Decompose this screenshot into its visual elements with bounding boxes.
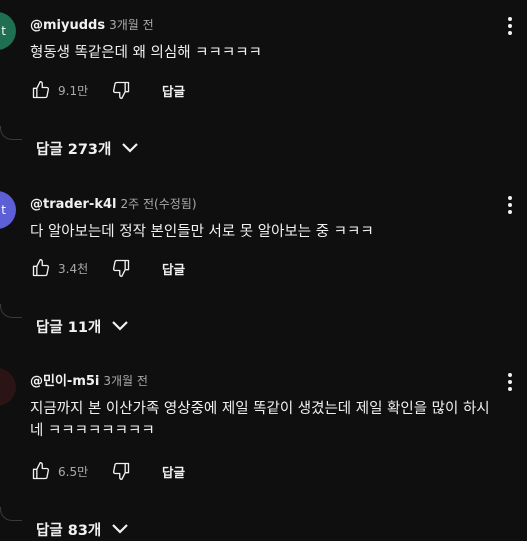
like-count: 9.1만 — [58, 83, 89, 98]
thread-connector — [0, 126, 22, 140]
comment-header: @민이-m5i 3개월 전 — [30, 370, 148, 390]
view-replies-button[interactable]: 답글 83개 — [36, 517, 129, 541]
reply-button[interactable]: 답글 — [162, 462, 185, 481]
more-vert-icon[interactable] — [503, 193, 517, 217]
replies-count-label: 답글 11개 — [36, 319, 102, 336]
thread-connector — [0, 507, 22, 521]
comment-time[interactable]: 3개월 전 — [109, 18, 154, 32]
thumb-down-icon[interactable] — [110, 460, 132, 482]
like-count: 3.4천 — [58, 261, 89, 276]
like-count: 6.5만 — [58, 464, 89, 479]
comment-time[interactable]: 2주 전(수정됨) — [120, 197, 196, 211]
avatar[interactable]: t — [0, 12, 16, 50]
reply-button[interactable]: 답글 — [162, 259, 185, 278]
replies-count-label: 답글 273개 — [36, 141, 112, 158]
comment-header: @miyudds 3개월 전 — [30, 14, 154, 34]
thumb-up-icon[interactable] — [30, 257, 52, 279]
more-vert-icon[interactable] — [503, 14, 517, 38]
thread-connector — [0, 304, 22, 318]
thumb-down-icon[interactable] — [110, 79, 132, 101]
thumb-up-icon[interactable] — [30, 460, 52, 482]
comment-header: @trader-k4l 2주 전(수정됨) — [30, 193, 197, 213]
comment-text: 지금까지 본 이산가족 영상중에 제일 똑같이 생겼는데 제일 확인을 많이 하… — [30, 401, 490, 439]
comment-time[interactable]: 3개월 전 — [103, 374, 148, 388]
comment-text: 형동생 똑같은데 왜 의심해 ㅋㅋㅋㅋㅋ — [30, 45, 262, 61]
chevron-down-icon — [121, 142, 139, 154]
more-vert-icon[interactable] — [503, 370, 517, 394]
avatar[interactable] — [0, 368, 16, 406]
reply-button[interactable]: 답글 — [162, 81, 185, 100]
chevron-down-icon — [111, 523, 129, 535]
comment-text: 다 알아보는데 정작 본인들만 서로 못 알아보는 중 ㅋㅋㅋ — [30, 224, 374, 240]
comment-actions: 9.1만 답글 — [30, 78, 185, 102]
comment-actions: 6.5만 답글 — [30, 459, 185, 483]
thumb-down-icon[interactable] — [110, 257, 132, 279]
comment-actions: 3.4천 답글 — [30, 256, 185, 280]
view-replies-button[interactable]: 답글 11개 — [36, 314, 129, 338]
avatar[interactable]: t — [0, 191, 16, 229]
comment-author[interactable]: @민이-m5i — [30, 374, 99, 389]
comment-author[interactable]: @trader-k4l — [30, 197, 116, 212]
replies-count-label: 답글 83개 — [36, 522, 102, 539]
chevron-down-icon — [111, 320, 129, 332]
thumb-up-icon[interactable] — [30, 79, 52, 101]
comment-author[interactable]: @miyudds — [30, 18, 105, 33]
view-replies-button[interactable]: 답글 273개 — [36, 136, 139, 160]
